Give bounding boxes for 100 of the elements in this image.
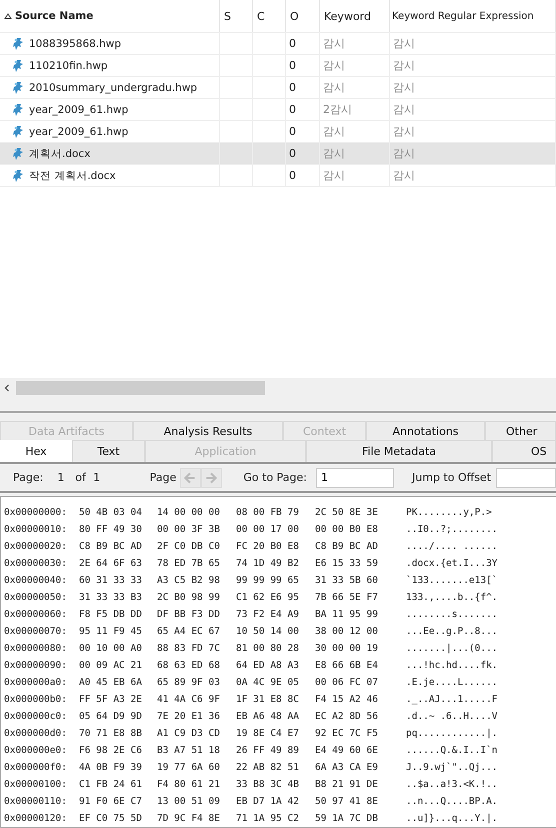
hex-offset: 0x000000c0: xyxy=(4,711,68,722)
hex-ascii: `133.......e13[` xyxy=(406,575,498,586)
file-icon xyxy=(12,124,24,138)
table-row[interactable]: 110210fin.hwp 0 감시 감시 xyxy=(0,55,556,77)
table-cell: 감시 xyxy=(323,80,345,95)
hex-bytes: 2E 64 6F 63 xyxy=(79,558,143,569)
hex-bytes: A0 45 EB 6A xyxy=(79,677,143,688)
column-header[interactable]: O xyxy=(286,0,320,32)
hex-bytes: 00 00 B0 E8 xyxy=(315,524,379,535)
hex-bytes: 00 10 00 A0 xyxy=(79,643,143,654)
column-header[interactable]: Keyword xyxy=(320,0,390,32)
table-cell: 감시 xyxy=(393,58,415,73)
column-header[interactable]: Source Name xyxy=(0,0,220,32)
scrollbar-thumb[interactable] xyxy=(16,381,265,395)
hex-offset: 0x000000b0: xyxy=(4,694,68,705)
hex-bytes: 30 00 00 19 xyxy=(315,643,379,654)
hex-bytes: 81 00 80 28 xyxy=(236,643,300,654)
table-cell: 감시 xyxy=(323,124,345,139)
tab[interactable]: Analysis Results xyxy=(133,421,283,440)
hex-bytes: A1 C9 D3 CD xyxy=(157,728,221,739)
hex-ascii: ..../.... ...... xyxy=(406,541,498,552)
hex-ascii: 133.,....b..{f^. xyxy=(406,592,498,603)
hex-bytes: 64 ED A8 A3 xyxy=(236,660,300,671)
column-header[interactable]: C xyxy=(253,0,286,32)
hex-offset: 0x000000a0: xyxy=(4,677,68,688)
hex-bytes: 22 AB 82 51 xyxy=(236,762,300,773)
tab[interactable]: File Metadata xyxy=(306,440,492,462)
hex-ascii: .d..~ .6..H....V xyxy=(406,711,498,722)
table-row[interactable]: year_2009_61.hwp 0 2감시 감시 xyxy=(0,99,556,121)
of-label: of xyxy=(75,471,88,484)
tab[interactable]: Annotations xyxy=(366,421,485,440)
hex-bytes: C8 B9 BC AD xyxy=(79,541,143,552)
hex-ascii: PK........y,P.> xyxy=(406,507,492,518)
table-row[interactable]: 2010summary_undergradu.hwp 0 감시 감시 xyxy=(0,77,556,99)
hex-bytes: B8 21 91 DE xyxy=(315,779,379,790)
right-arrow-icon xyxy=(204,470,218,484)
hex-bytes: F4 80 61 21 xyxy=(157,779,221,790)
table-row[interactable]: 작전 계획서.docx 0 감시 감시 xyxy=(0,165,556,187)
hex-bytes: 99 99 99 65 xyxy=(236,575,300,586)
hex-bytes: 00 00 3F 3B xyxy=(157,524,221,535)
hex-bytes: 10 50 14 00 xyxy=(236,626,300,637)
hex-bytes: 60 31 33 33 xyxy=(79,575,143,586)
table-cell: 감시 xyxy=(393,168,415,183)
hex-bytes: 65 A4 EC 67 xyxy=(157,626,221,637)
hex-offset: 0x000000d0: xyxy=(4,728,68,739)
hex-offset: 0x00000030: xyxy=(4,558,68,569)
hex-offset: 0x000000e0: xyxy=(4,745,68,756)
hex-ascii: ......Q.&.I..I`n xyxy=(406,745,498,756)
hex-bytes: F4 15 A2 46 xyxy=(315,694,379,705)
hex-ascii: pq............|. xyxy=(406,728,498,739)
hex-ascii: .......|...(0... xyxy=(406,643,498,654)
hex-bytes: E4 49 60 6E xyxy=(315,745,379,756)
hex-ascii: .E.je....L...... xyxy=(406,677,498,688)
hex-offset: 0x00000110: xyxy=(4,796,68,807)
table-row[interactable]: 1088395868.hwp 0 감시 감시 xyxy=(0,33,556,55)
file-icon xyxy=(12,168,24,182)
tab[interactable]: Hex xyxy=(0,440,72,462)
hex-bytes: BA 11 95 99 xyxy=(315,609,379,620)
tab[interactable]: Text xyxy=(72,440,145,462)
column-header[interactable]: Keyword Regular Expression xyxy=(390,0,556,32)
hex-bytes: 50 97 41 8E xyxy=(315,796,379,807)
table-row[interactable]: 계획서.docx 0 감시 감시 xyxy=(0,143,556,165)
table-cell: 0 xyxy=(289,169,296,182)
file-name: year_2009_61.hwp xyxy=(29,104,128,116)
table-cell: 감시 xyxy=(393,102,415,117)
table-cell: 감시 xyxy=(323,168,345,183)
hex-ascii: J..9.wj`"..Qj... xyxy=(406,762,498,773)
hex-bytes: 7E 20 E1 36 xyxy=(157,711,221,722)
hex-bytes: 19 8E C4 E7 xyxy=(236,728,300,739)
hex-bytes: 05 64 D9 9D xyxy=(79,711,143,722)
file-name: 110210fin.hwp xyxy=(29,60,108,72)
hex-ascii: ...Ee..g.P..8... xyxy=(406,626,498,637)
hex-bytes: 00 00 17 00 xyxy=(236,524,300,535)
tab[interactable]: OS xyxy=(492,440,556,462)
table-cell: 0 xyxy=(289,59,296,72)
file-name: 작전 계획서.docx xyxy=(29,168,116,182)
hex-bytes: 0A 4C 9E 05 xyxy=(236,677,300,688)
go-to-page-field[interactable]: 1 xyxy=(316,468,394,488)
go-to-page-label: Go to Page: xyxy=(243,471,308,484)
page-label: Page: xyxy=(13,471,44,484)
hex-bytes: 41 4A C6 9F xyxy=(157,694,221,705)
hex-ascii: ..u]}...q...Y.|. xyxy=(406,813,498,824)
column-header[interactable]: S xyxy=(220,0,253,32)
hex-bytes: B3 A7 51 18 xyxy=(157,745,221,756)
hex-offset: 0x000000f0: xyxy=(4,762,68,773)
hex-bytes: 19 77 6A 60 xyxy=(157,762,221,773)
hex-bytes: 2C 50 8E 3E xyxy=(315,507,379,518)
table-cell: 0 xyxy=(289,81,296,94)
tab[interactable]: Other xyxy=(485,421,556,440)
jump-to-offset-label: Jump to Offset xyxy=(412,471,492,484)
hex-bytes: 33 B8 3C 4B xyxy=(236,779,300,790)
hex-offset: 0x00000010: xyxy=(4,524,68,535)
file-icon xyxy=(12,36,24,50)
hex-bytes: 92 EC 7C F5 xyxy=(315,728,379,739)
hex-bytes: DF BB F3 DD xyxy=(157,609,221,620)
hex-bytes: 00 09 AC 21 xyxy=(79,660,143,671)
hex-offset: 0x00000070: xyxy=(4,626,68,637)
jump-to-offset-field[interactable] xyxy=(496,468,556,488)
scroll-left-icon[interactable] xyxy=(4,384,10,392)
table-cell: 0 xyxy=(289,125,296,138)
